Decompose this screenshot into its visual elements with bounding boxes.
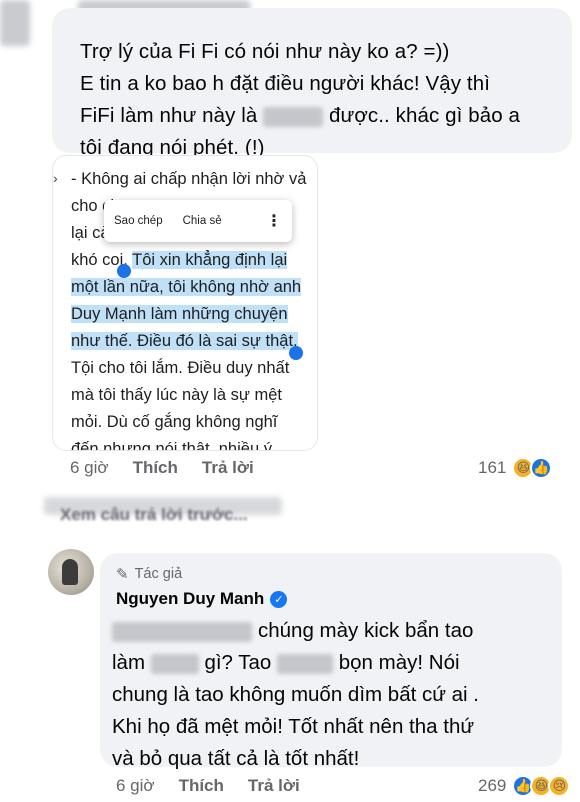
comment-1-reactions[interactable]: 161 😆 👍 (478, 457, 553, 479)
comment-2-line: Khi họ đã mệt mỏi! Tốt nhất nên tha thứ (112, 715, 475, 738)
redacted-word (277, 653, 334, 674)
redacted-word (263, 106, 324, 127)
avatar-figure (62, 559, 78, 585)
highlighted-text: Tôi xin khẳng định lại (132, 251, 288, 269)
reaction-count: 161 (478, 458, 507, 477)
screenshot-line: đến nhưng nói thật, nhiều ý (71, 440, 272, 451)
selection-end-handle[interactable] (289, 346, 303, 360)
screenshot-line: - Không ai chấp nhận lời nhờ vả (71, 170, 307, 188)
comment-1-line: Trợ lý của Fi Fi có nói như này ko a? =)… (80, 40, 450, 63)
more-options-icon[interactable]: ⋮ (266, 211, 282, 231)
screenshot-line: mỏi. Dù cố gắng không nghĩ (71, 413, 278, 431)
comment-2-line-part: gì? Tao (204, 651, 272, 674)
comment-1-actions: 6 giờ Thích Trả lời (70, 458, 278, 478)
comment-2-line: chung là tao không muốn dìm bất cứ ai . (112, 683, 479, 706)
author-name[interactable]: Nguyen Duy Manh ✓ (116, 589, 288, 609)
comment-2-line-part: làm (112, 651, 146, 674)
sad-reaction-icon: 😢 (548, 775, 571, 797)
reaction-count: 269 (478, 776, 507, 795)
highlighted-text: như thế. Điều đó là sai sự thật. (71, 332, 298, 350)
selection-start-handle[interactable] (117, 264, 131, 278)
comment-time: 6 giờ (116, 776, 155, 795)
redacted-word (150, 653, 199, 674)
comment-1-line: E tin a ko bao h đặt điều người khác! Vậ… (80, 72, 491, 95)
highlighted-text: một lần nữa, tôi không nhờ anh (71, 278, 302, 296)
comment-2-actions: 6 giờ Thích Trả lời (116, 776, 324, 796)
comment-bubble-2: ✎ Tác giả Nguyen Duy Manh ✓ chúng mày ki… (100, 553, 562, 770)
avatar[interactable] (48, 549, 94, 595)
author-name-text: Nguyen Duy Manh (116, 589, 265, 608)
view-previous-replies-link[interactable]: Xem câu trả lời trước... (60, 505, 248, 525)
comment-2-line-part: chúng mày kick bẩn tao (258, 619, 474, 642)
screenshot-line: khó coi. Tôi xin khẳng định lại (71, 247, 317, 274)
comment-2-text: chúng mày kick bẩn tao làm gì? Tao bọn m… (112, 615, 552, 775)
verified-icon: ✓ (270, 590, 288, 608)
comment-2-reactions[interactable]: 269 👍 😆 😢 (478, 775, 571, 797)
text-selection-menu: Sao chép Chia sẻ ⋮ (104, 200, 292, 242)
redacted-word (112, 621, 252, 642)
comment-1-text: Trợ lý của Fi Fi có nói như này ko a? =)… (80, 36, 570, 164)
screenshot-line: mà tôi thấy lúc này là sự mệt (71, 386, 282, 404)
screenshot-line: Tội cho tôi lắm. Điều duy nhất (71, 359, 290, 377)
pencil-icon: ✎ (116, 566, 129, 583)
like-button[interactable]: Thích (179, 776, 224, 796)
comment-2-line-part: bọn mày! Nói (338, 651, 460, 674)
reply-button[interactable]: Trả lời (202, 458, 254, 478)
comment-bubble-1: Trợ lý của Fi Fi có nói như này ko a? =)… (52, 8, 572, 159)
comment-time: 6 giờ (70, 458, 109, 477)
chevron-right-icon: › (53, 170, 58, 186)
comment-1-line-part: được.. khác gì bảo a (329, 104, 520, 127)
like-button[interactable]: Thích (133, 458, 178, 478)
author-badge: ✎ Tác giả (116, 565, 182, 583)
reply-button[interactable]: Trả lời (248, 776, 300, 796)
comment-2-line: và bỏ qua tất cả là tốt nhất! (112, 747, 360, 770)
screenshot-line: như thế. Điều đó là sai sự thật. (71, 328, 317, 355)
comment-2-line: làm gì? Tao bọn mày! Nói (112, 647, 552, 679)
screenshot-line: một lần nữa, tôi không nhờ anh (71, 274, 317, 301)
comment-2-line: chúng mày kick bẩn tao (112, 615, 552, 647)
blurred-avatar (0, 0, 30, 46)
author-badge-label: Tác giả (134, 566, 183, 582)
share-menu-item[interactable]: Chia sẻ (183, 215, 222, 227)
comment-1-line-part: FiFi làm như này là (80, 104, 258, 127)
like-reaction-icon: 👍 (530, 457, 553, 479)
highlighted-text: Duy Mạnh làm những chuyện (71, 305, 288, 323)
copy-menu-item[interactable]: Sao chép (114, 215, 163, 227)
comment-1-line: FiFi làm như này là được.. khác gì bảo a (80, 100, 570, 132)
screenshot-line: Duy Mạnh làm những chuyện (71, 301, 317, 328)
